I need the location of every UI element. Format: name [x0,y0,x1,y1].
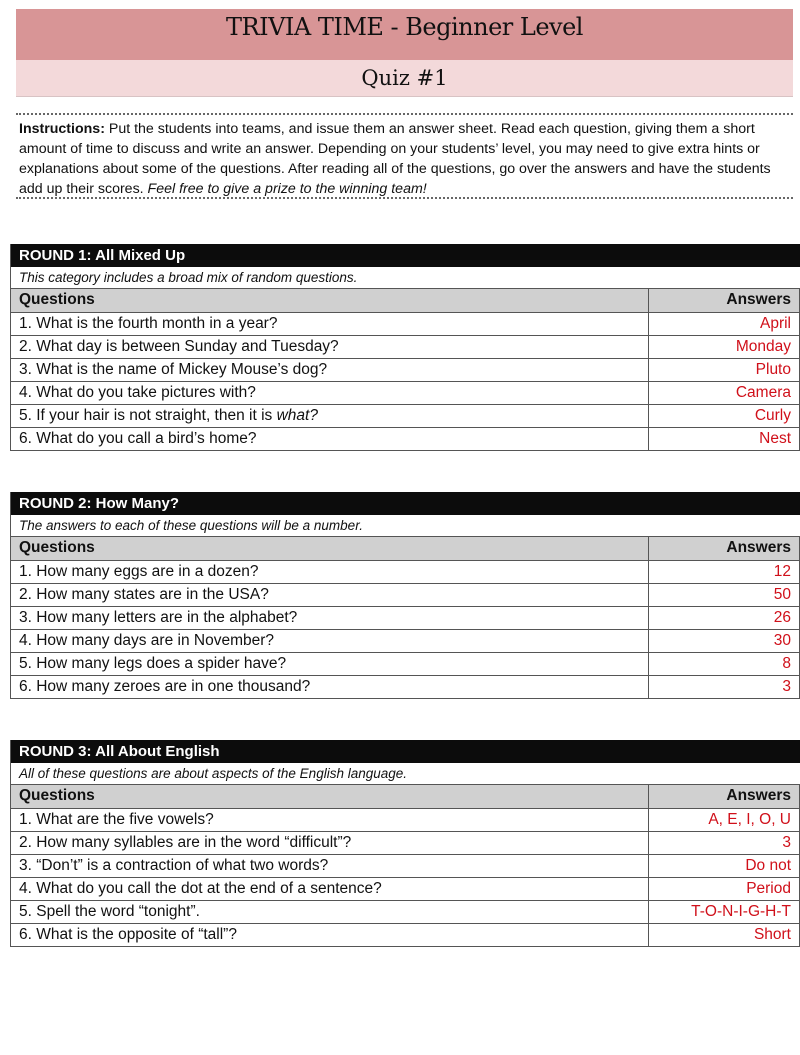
table-row: 6. What is the opposite of “tall”? Short [11,923,800,947]
question-cell: 2. What day is between Sunday and Tuesda… [11,335,649,359]
answer-cell: 3 [648,831,800,855]
table-row: 5. Spell the word “tonight”. T-O-N-I-G-H-… [11,900,800,924]
round-3-section: ROUND 3: All About English All of these … [10,740,800,947]
questions-header: Questions [11,537,649,561]
table-row: 1. How many eggs are in a dozen? 12 [11,560,800,584]
quiz-number: Quiz #1 [361,66,448,90]
round-2-table: Questions Answers 1. How many eggs are i… [11,537,800,699]
table-row: 6. How many zeroes are in one thousand? 3 [11,675,800,699]
answers-header: Answers [648,537,800,561]
table-header-row: Questions Answers [11,289,800,313]
question-cell: 5. If your hair is not straight, then it… [11,404,649,428]
question-cell: 2. How many states are in the USA? [11,583,649,607]
round-1-table: Questions Answers 1. What is the fourth … [11,289,800,451]
question-text: 5. If your hair is not straight, then it… [19,406,277,424]
answer-cell: 3 [648,675,800,699]
round-2-section: ROUND 2: How Many? The answers to each o… [10,492,800,699]
questions-header: Questions [11,785,649,809]
answer-cell: Short [648,923,800,947]
answer-cell: 26 [648,606,800,630]
table-row: 4. How many days are in November? 30 [11,629,800,653]
table-row: 3. What is the name of Mickey Mouse’s do… [11,358,800,382]
answer-cell: 50 [648,583,800,607]
question-cell: 2. How many syllables are in the word “d… [11,831,649,855]
table-row: 4. What do you call the dot at the end o… [11,877,800,901]
answers-header: Answers [648,289,800,313]
table-row: 6. What do you call a bird’s home? Nest [11,427,800,451]
table-row: 2. What day is between Sunday and Tuesda… [11,335,800,359]
round-1-section: ROUND 1: All Mixed Up This category incl… [10,244,800,451]
table-row: 5. If your hair is not straight, then it… [11,404,800,428]
table-row: 1. What is the fourth month in a year? Ap… [11,312,800,336]
instructions-label: Instructions: [19,121,105,137]
title-banner: TRIVIA TIME - Beginner Level [16,9,793,60]
round-title: ROUND 2: How Many? [11,492,800,515]
answer-cell: Nest [648,427,800,451]
question-cell: 3. What is the name of Mickey Mouse’s do… [11,358,649,382]
answer-cell: 8 [648,652,800,676]
question-italic-text: what? [276,406,318,424]
question-cell: 5. Spell the word “tonight”. [11,900,649,924]
table-row: 1. What are the five vowels? A, E, I, O, … [11,808,800,832]
question-cell: 1. How many eggs are in a dozen? [11,560,649,584]
question-cell: 3. How many letters are in the alphabet? [11,606,649,630]
question-cell: 3. “Don’t” is a contraction of what two … [11,854,649,878]
instructions-block: Instructions: Put the students into team… [16,113,793,199]
question-cell: 6. What is the opposite of “tall”? [11,923,649,947]
table-row: 5. How many legs does a spider have? 8 [11,652,800,676]
question-cell: 6. How many zeroes are in one thousand? [11,675,649,699]
table-row: 4. What do you take pictures with? Camera [11,381,800,405]
answer-cell: April [648,312,800,336]
page-title: TRIVIA TIME - Beginner Level [226,13,583,41]
round-3-table: Questions Answers 1. What are the five v… [11,785,800,947]
round-title: ROUND 3: All About English [11,740,800,763]
table-row: 2. How many syllables are in the word “d… [11,831,800,855]
answer-cell: Camera [648,381,800,405]
round-description: All of these questions are about aspects… [11,763,800,785]
answer-cell: A, E, I, O, U [648,808,800,832]
round-description: The answers to each of these questions w… [11,515,800,537]
round-description: This category includes a broad mix of ra… [11,267,800,289]
table-row: 3. “Don’t” is a contraction of what two … [11,854,800,878]
question-cell: 1. What are the five vowels? [11,808,649,832]
question-cell: 4. What do you take pictures with? [11,381,649,405]
subtitle-banner: Quiz #1 [16,60,793,97]
table-row: 3. How many letters are in the alphabet?… [11,606,800,630]
answer-cell: 12 [648,560,800,584]
answer-cell: T-O-N-I-G-H-T [648,900,800,924]
questions-header: Questions [11,289,649,313]
answer-cell: Period [648,877,800,901]
table-header-row: Questions Answers [11,785,800,809]
question-cell: 4. What do you call the dot at the end o… [11,877,649,901]
instructions-italic-note: Feel free to give a prize to the winning… [147,181,427,197]
answer-cell: Monday [648,335,800,359]
answers-header: Answers [648,785,800,809]
answer-cell: Do not [648,854,800,878]
round-title: ROUND 1: All Mixed Up [11,244,800,267]
question-cell: 5. How many legs does a spider have? [11,652,649,676]
answer-cell: Curly [648,404,800,428]
question-cell: 4. How many days are in November? [11,629,649,653]
table-header-row: Questions Answers [11,537,800,561]
question-cell: 6. What do you call a bird’s home? [11,427,649,451]
table-row: 2. How many states are in the USA? 50 [11,583,800,607]
question-cell: 1. What is the fourth month in a year? [11,312,649,336]
answer-cell: Pluto [648,358,800,382]
answer-cell: 30 [648,629,800,653]
